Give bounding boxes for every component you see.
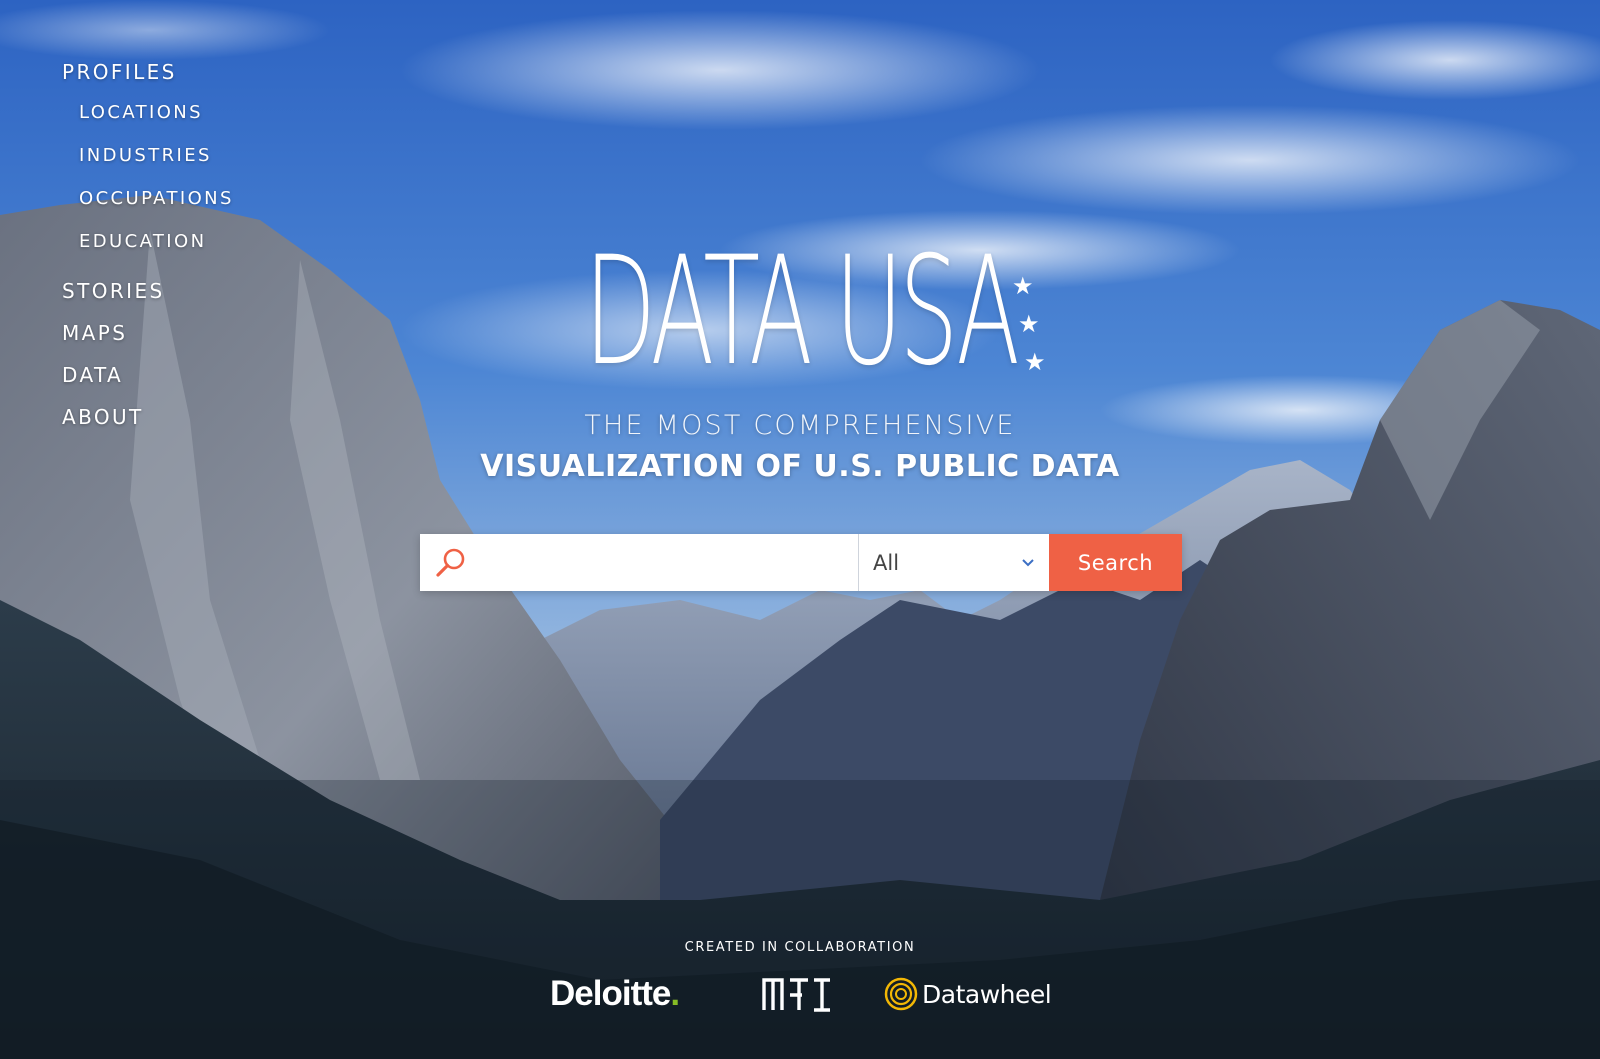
datawheel-wordmark: Datawheel (922, 979, 1052, 1009)
logo-stars: ★ ★ ★ (1012, 268, 1052, 382)
star-icon: ★ (1024, 349, 1046, 376)
datawheel-icon (884, 977, 918, 1011)
search-button[interactable]: Search (1049, 534, 1182, 591)
datawheel-logo[interactable]: Datawheel (884, 974, 1052, 1014)
search-bar: All Search (420, 534, 1182, 591)
deloitte-dot: . (670, 974, 680, 1013)
nav-profiles[interactable]: PROFILES (62, 58, 234, 100)
star-icon: ★ (1012, 273, 1034, 300)
logo-container: DATA USA (0, 237, 1600, 387)
search-icon (434, 546, 468, 580)
nav-locations[interactable]: LOCATIONS (62, 99, 234, 142)
category-select[interactable]: All (858, 534, 1049, 591)
collaboration-label: CREATED IN COLLABORATION (684, 940, 916, 955)
site-logo[interactable]: DATA USA (584, 237, 1020, 387)
search-field (420, 534, 858, 591)
nav-occupations[interactable]: OCCUPATIONS (62, 185, 234, 228)
tagline-line-2: VISUALIZATION OF U.S. PUBLIC DATA (480, 449, 1120, 484)
mit-logo[interactable] (760, 974, 832, 1014)
deloitte-wordmark: Deloitte (550, 974, 671, 1013)
chevron-down-icon (1021, 558, 1035, 568)
deloitte-logo[interactable]: Deloitte. (550, 972, 680, 1016)
category-select-value: All (873, 550, 900, 575)
tagline-line-1: THE MOST COMPREHENSIVE (584, 410, 1016, 441)
star-icon: ★ (1018, 311, 1040, 338)
background-landscape-image (0, 0, 1600, 1059)
search-input[interactable] (476, 534, 858, 591)
nav-industries[interactable]: INDUSTRIES (62, 142, 234, 185)
